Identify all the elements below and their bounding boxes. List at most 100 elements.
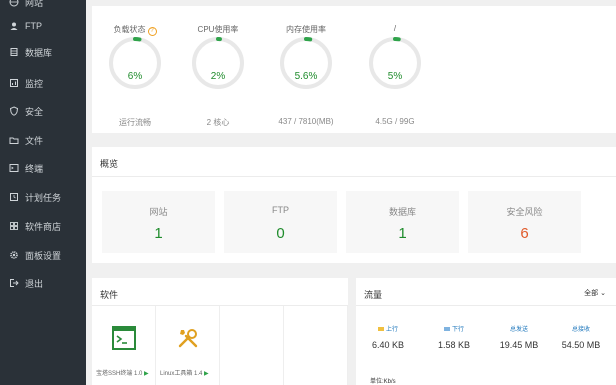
sidebar-item-logout[interactable]: 退出 (0, 271, 86, 295)
sidebar-item-monitor[interactable]: 监控 (0, 71, 86, 95)
software-panel: 软件 宝塔SSH终端 1.0 ▶ Linux工具箱 1.4 ▶ (92, 278, 348, 385)
gauge-disk[interactable]: / 5% 4.5G / 99G (360, 24, 430, 128)
sidebar-item-label: 终端 (25, 163, 44, 174)
sidebar: 网站 FTP 数据库 监控 安全 文件 终端 计划任务 软件商店 面板设置 退出 (0, 0, 86, 385)
sidebar-item-label: 监控 (25, 78, 44, 89)
overview-card-label: 网站 (149, 207, 168, 217)
download-legend-swatch (443, 326, 450, 331)
traffic-stat-label: 上行 (358, 324, 418, 333)
sidebar-item-files[interactable]: 文件 (0, 128, 86, 152)
gauge-load[interactable]: 负载状态? 6% 运行流畅 (100, 24, 170, 128)
folder-icon (9, 135, 19, 145)
sidebar-item-website[interactable]: 网站 (0, 0, 86, 14)
overview-title: 概览 (100, 159, 119, 169)
gauge-cpu[interactable]: CPU使用率 2% 2 核心 (183, 24, 253, 128)
gear-icon (9, 250, 19, 260)
divider (92, 176, 616, 177)
sidebar-item-store[interactable]: 软件商店 (0, 214, 86, 238)
overview-card-value[interactable]: 1 (346, 225, 459, 242)
gauge-sub: 2 核心 (206, 118, 230, 127)
help-icon[interactable]: ? (147, 27, 157, 36)
gauge-sub: 437 / 7810(MB) (278, 117, 334, 126)
software-item-empty (220, 306, 284, 385)
software-item-label: 宝塔SSH终端 1.0 ▶ (96, 368, 158, 377)
user-icon (9, 21, 19, 31)
gauge-memory[interactable]: 内存使用率 5.6% 437 / 7810(MB) (271, 24, 341, 128)
sidebar-item-terminal[interactable]: 终端 (0, 156, 86, 180)
chevron-down-icon: ⌄ (600, 290, 606, 297)
software-item-empty (284, 306, 348, 385)
gauge-label: 负载状态? (100, 24, 170, 36)
traffic-stat-label: 总发送 (509, 327, 528, 333)
gauge-label: / (393, 24, 397, 33)
globe-icon (9, 0, 19, 7)
traffic-stat-value: 54.50 MB (561, 340, 601, 350)
terminal-app-icon (112, 326, 136, 350)
monitor-icon (9, 78, 19, 88)
sidebar-item-label: FTP (25, 21, 42, 31)
sidebar-item-cron[interactable]: 计划任务 (0, 185, 86, 209)
status-panel: 负载状态? 6% 运行流畅 CPU使用率 2% 2 核心 内存使用率 5.6% … (92, 6, 616, 133)
overview-card-value[interactable]: 0 (224, 225, 337, 242)
sidebar-item-label: 网站 (25, 0, 44, 8)
traffic-stat-down: 下行 1.58 KB (424, 324, 484, 350)
software-item-name: 宝塔SSH终端 1.0 (96, 371, 143, 377)
software-item-label: Linux工具箱 1.4 ▶ (160, 368, 222, 377)
software-item-linux-toolbox[interactable]: Linux工具箱 1.4 ▶ (156, 306, 220, 385)
overview-card-website[interactable]: 网站 1 (102, 191, 215, 253)
interface-select-value: 全部 (584, 290, 599, 297)
gauge-sub: 4.5G / 99G (375, 117, 415, 126)
gauge-sub: 运行流畅 (119, 118, 151, 127)
traffic-stat-value: 6.40 KB (371, 340, 405, 350)
sidebar-item-label: 文件 (25, 135, 44, 146)
gauge-value: 5.6% (294, 71, 318, 82)
traffic-title: 流量 (364, 290, 383, 300)
overview-card-label: 安全风险 (506, 207, 543, 217)
interface-select[interactable]: 全部 ⌄ (584, 288, 606, 298)
sidebar-item-label: 退出 (25, 278, 44, 289)
upload-legend-swatch (377, 326, 384, 331)
shield-icon (9, 106, 19, 116)
software-item-ssh-terminal[interactable]: 宝塔SSH终端 1.0 ▶ (92, 306, 156, 385)
overview-card-security-risk[interactable]: 安全风险 6 (468, 191, 581, 253)
sidebar-item-database[interactable]: 数据库 (0, 40, 86, 64)
traffic-stat-label: 总接收 (571, 327, 590, 333)
overview-card-database[interactable]: 数据库 1 (346, 191, 459, 253)
database-icon (9, 47, 19, 57)
sidebar-item-label: 面板设置 (25, 250, 62, 261)
tools-icon (178, 329, 198, 348)
traffic-stat-value: 19.45 MB (499, 340, 539, 350)
overview-card-ftp[interactable]: FTP 0 (224, 191, 337, 253)
gauge-value: 5% (387, 71, 403, 82)
traffic-stat-label: 下行 (424, 324, 484, 333)
gauge-label: 内存使用率 (286, 25, 326, 34)
traffic-stat-label-text: 下行 (451, 327, 464, 333)
sidebar-item-ftp[interactable]: FTP (0, 14, 86, 38)
sidebar-item-label: 软件商店 (25, 221, 62, 232)
traffic-stat-label-text: 上行 (385, 327, 398, 333)
traffic-stat-total-sent: 总发送 19.45 MB (489, 324, 549, 350)
overview-card-value[interactable]: 6 (468, 225, 581, 242)
traffic-stat-up: 上行 6.40 KB (358, 324, 418, 350)
traffic-stat-total-received: 总接收 54.50 MB (551, 324, 611, 350)
sidebar-item-settings[interactable]: 面板设置 (0, 243, 86, 267)
gauge-value: 2% (210, 71, 226, 82)
play-icon[interactable]: ▶ (204, 371, 209, 377)
store-icon (9, 221, 19, 231)
overview-card-value[interactable]: 1 (102, 225, 215, 242)
clock-icon (9, 192, 19, 202)
gauge-value: 6% (127, 71, 143, 82)
traffic-panel: 流量 全部 ⌄ 上行 6.40 KB 下行 1.58 KB 总发送 19.45 … (356, 278, 616, 385)
gauge-label: CPU使用率 (197, 25, 239, 34)
terminal-icon (9, 163, 19, 173)
divider (356, 305, 616, 306)
sidebar-item-label: 安全 (25, 106, 44, 117)
sidebar-item-security[interactable]: 安全 (0, 99, 86, 123)
play-icon[interactable]: ▶ (144, 371, 149, 377)
traffic-stat-value: 1.58 KB (437, 340, 471, 350)
overview-panel: 概览 网站 1 FTP 0 数据库 1 安全风险 6 (92, 147, 616, 263)
overview-card-label: 数据库 (388, 207, 416, 217)
sidebar-item-label: 数据库 (25, 47, 53, 58)
overview-card-label: FTP (272, 205, 289, 215)
software-item-name: Linux工具箱 1.4 (160, 371, 203, 377)
